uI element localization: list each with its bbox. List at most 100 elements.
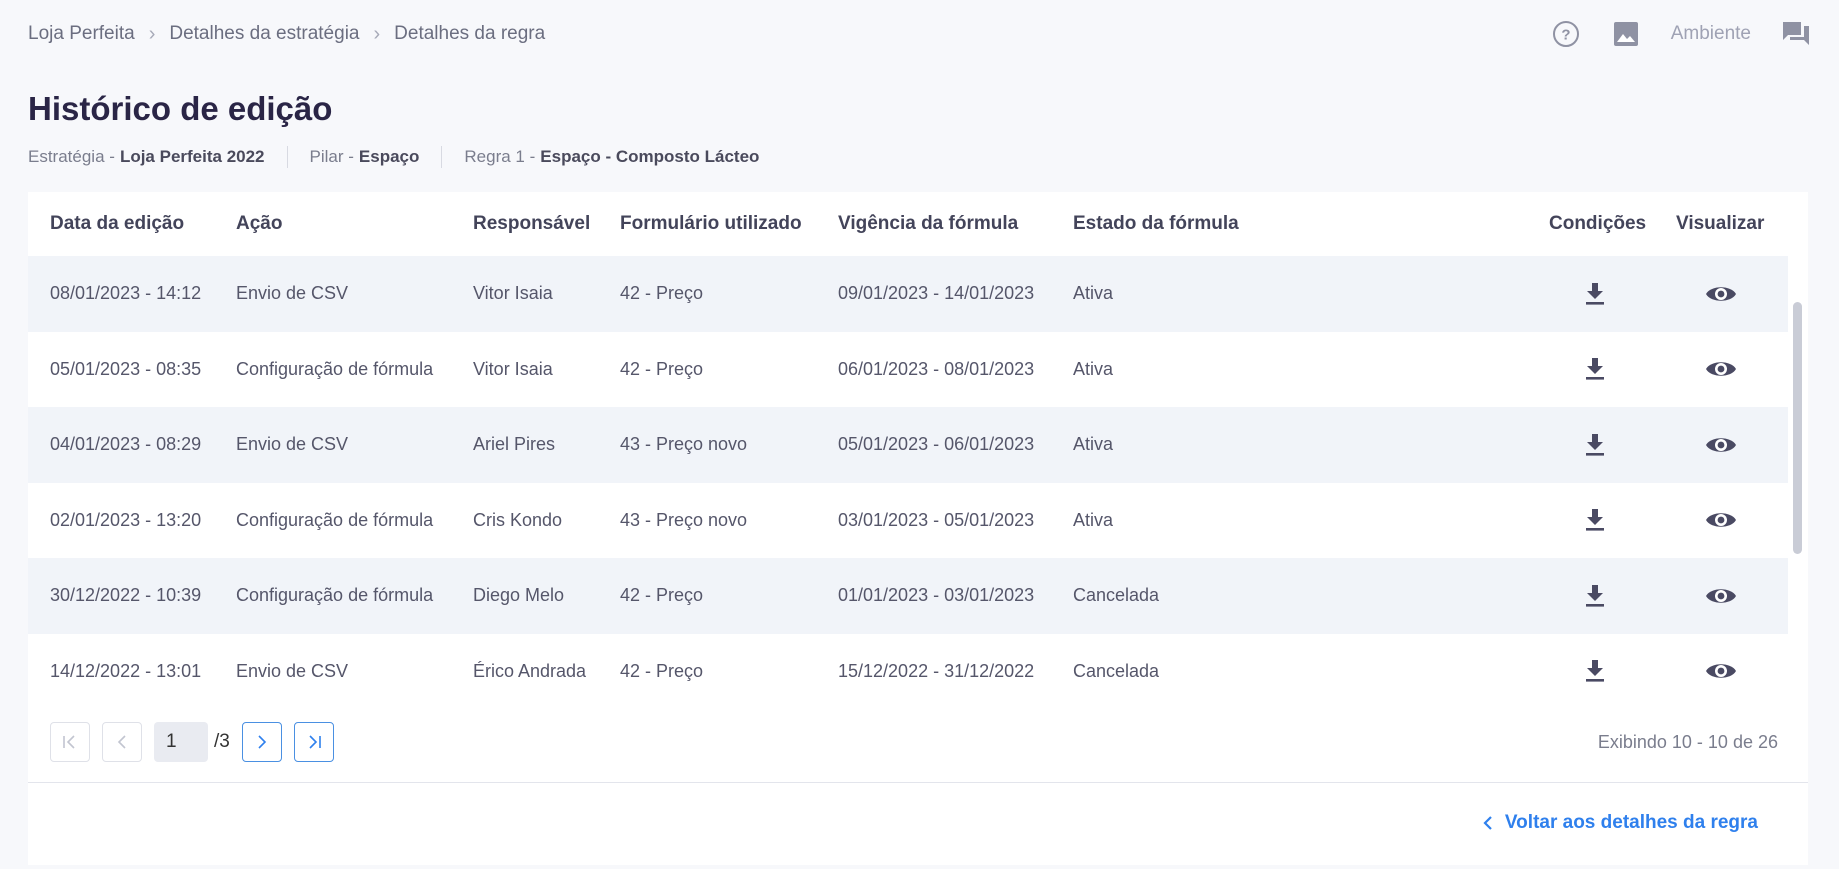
svg-text:?: ? <box>1561 27 1570 44</box>
rule-meta: Estratégia - Loja Perfeita 2022 Pilar - … <box>28 146 803 168</box>
header-view: Visualizar <box>1676 213 1765 234</box>
meta-strategy-label: Estratégia - <box>28 147 115 166</box>
eye-icon <box>1706 362 1736 376</box>
view-formula-button[interactable] <box>1676 358 1766 380</box>
download-conditions-button[interactable] <box>1555 659 1635 683</box>
cell-form: 42 - Preço <box>620 585 704 606</box>
pagination-summary: Exibindo 10 - 10 de 26 <box>1597 732 1778 752</box>
meta-rule-label: Regra 1 - <box>464 147 536 166</box>
cell-form: 42 - Preço <box>620 358 704 379</box>
next-page-button[interactable] <box>241 722 282 762</box>
table-scrollbar-thumb[interactable] <box>1793 302 1802 554</box>
cell-action: Configuração de fórmula <box>236 509 434 530</box>
cell-owner: Vitor Isaia <box>473 358 553 379</box>
cell-form: 42 - Preço <box>620 283 704 304</box>
table-row: 08/01/2023 - 14:12 Envio de CSV Vitor Isai… <box>28 256 1788 332</box>
breadcrumb-item-store[interactable]: Loja Perfeita <box>28 23 135 45</box>
meta-pillar-value: Espaço <box>358 147 420 166</box>
cell-form: 43 - Preço novo <box>620 509 748 530</box>
breadcrumb-item-rule: Detalhes da regra <box>394 23 546 44</box>
cell-action: Configuração de fórmula <box>236 358 434 379</box>
download-conditions-button[interactable] <box>1555 508 1635 532</box>
download-conditions-button[interactable] <box>1555 282 1635 306</box>
breadcrumb-separator-icon: › <box>148 22 156 45</box>
cell-date: 14/12/2022 - 13:01 <box>50 660 202 681</box>
eye-icon <box>1706 513 1736 527</box>
breadcrumb: Loja Perfeita › Detalhes da estratégia ›… <box>28 23 545 46</box>
header-validity: Vigência da fórmula <box>838 213 1019 234</box>
download-icon <box>1586 358 1604 380</box>
help-icon[interactable]: ? <box>1551 19 1581 49</box>
cell-date: 04/01/2023 - 08:29 <box>50 434 202 455</box>
divider <box>28 782 1808 783</box>
cell-owner: Diego Melo <box>473 585 565 606</box>
prev-page-button[interactable] <box>102 722 142 762</box>
view-formula-button[interactable] <box>1676 660 1766 682</box>
next-page-icon <box>258 735 266 749</box>
header-action: Ação <box>236 213 283 234</box>
table-row: 30/12/2022 - 10:39 Configuração de fórmul… <box>28 558 1788 634</box>
download-conditions-button[interactable] <box>1555 584 1635 608</box>
view-formula-button[interactable] <box>1676 283 1766 305</box>
page-total: /3 <box>214 731 230 752</box>
header-conditions: Condições <box>1549 213 1647 234</box>
prev-page-icon <box>117 735 126 749</box>
chat-icon[interactable] <box>1781 19 1811 49</box>
download-conditions-button[interactable] <box>1555 433 1635 457</box>
cell-date: 08/01/2023 - 14:12 <box>50 283 202 304</box>
eye-icon <box>1706 438 1736 452</box>
table-row: 02/01/2023 - 13:20 Configuração de fórmul… <box>28 482 1788 558</box>
meta-strategy-value: Loja Perfeita 2022 <box>119 147 265 166</box>
cell-form: 43 - Preço novo <box>620 434 748 455</box>
table-row: 14/12/2022 - 13:01 Envio de CSV Érico Andr… <box>28 633 1788 692</box>
download-icon <box>1586 509 1604 531</box>
back-to-rule-details-link[interactable]: Voltar aos detalhes da regra <box>1483 812 1758 834</box>
view-formula-button[interactable] <box>1676 434 1766 456</box>
cell-owner: Érico Andrada <box>473 660 587 681</box>
first-page-button[interactable] <box>50 722 90 762</box>
history-card: Data da edição Ação Responsável Formulár… <box>28 192 1808 865</box>
table-body[interactable]: 08/01/2023 - 14:12 Envio de CSV Vitor Isai… <box>28 256 1788 692</box>
first-page-icon <box>63 735 75 749</box>
cell-validity: 01/01/2023 - 03/01/2023 <box>838 585 1035 606</box>
page-title: Histórico de edição <box>28 90 333 127</box>
cell-status: Ativa <box>1073 509 1114 530</box>
download-icon <box>1586 660 1604 682</box>
header-form: Formulário utilizado <box>620 213 802 234</box>
eye-icon <box>1706 287 1736 301</box>
cell-action: Configuração de fórmula <box>236 585 434 606</box>
meta-rule-value: Espaço - Composto Lácteo <box>540 147 760 166</box>
top-actions: ? Ambiente <box>1551 19 1811 49</box>
cell-action: Envio de CSV <box>236 434 349 455</box>
last-page-icon <box>309 735 321 749</box>
eye-icon <box>1706 589 1736 603</box>
download-icon <box>1586 584 1604 607</box>
cell-form: 42 - Preço <box>620 660 704 681</box>
cell-owner: Vitor Isaia <box>473 283 553 304</box>
pagination: /3 <box>50 722 334 762</box>
top-bar: Loja Perfeita › Detalhes da estratégia ›… <box>28 18 1811 50</box>
environment-label[interactable]: Ambiente <box>1671 23 1751 45</box>
cell-action: Envio de CSV <box>236 283 349 304</box>
cell-validity: 15/12/2022 - 31/12/2022 <box>838 660 1035 681</box>
last-page-button[interactable] <box>293 722 334 762</box>
cell-validity: 09/01/2023 - 14/01/2023 <box>838 283 1035 304</box>
header-date: Data da edição <box>50 213 185 234</box>
image-icon[interactable] <box>1611 19 1641 49</box>
view-formula-button[interactable] <box>1676 509 1766 531</box>
meta-pillar-label: Pilar - <box>309 147 354 166</box>
cell-status: Cancelada <box>1073 660 1160 681</box>
cell-owner: Ariel Pires <box>473 434 556 455</box>
cell-owner: Cris Kondo <box>473 509 563 530</box>
cell-validity: 06/01/2023 - 08/01/2023 <box>838 358 1035 379</box>
download-conditions-button[interactable] <box>1555 357 1635 381</box>
meta-pillar: Pilar - Espaço <box>310 146 443 168</box>
cell-action: Envio de CSV <box>236 660 349 681</box>
page-number-input[interactable] <box>154 722 208 762</box>
breadcrumb-item-strategy[interactable]: Detalhes da estratégia <box>169 23 359 45</box>
meta-strategy: Estratégia - Loja Perfeita 2022 <box>28 146 288 168</box>
view-formula-button[interactable] <box>1676 585 1766 607</box>
cell-date: 02/01/2023 - 13:20 <box>50 509 202 530</box>
breadcrumb-separator-icon: › <box>373 22 381 45</box>
download-icon <box>1586 282 1604 305</box>
